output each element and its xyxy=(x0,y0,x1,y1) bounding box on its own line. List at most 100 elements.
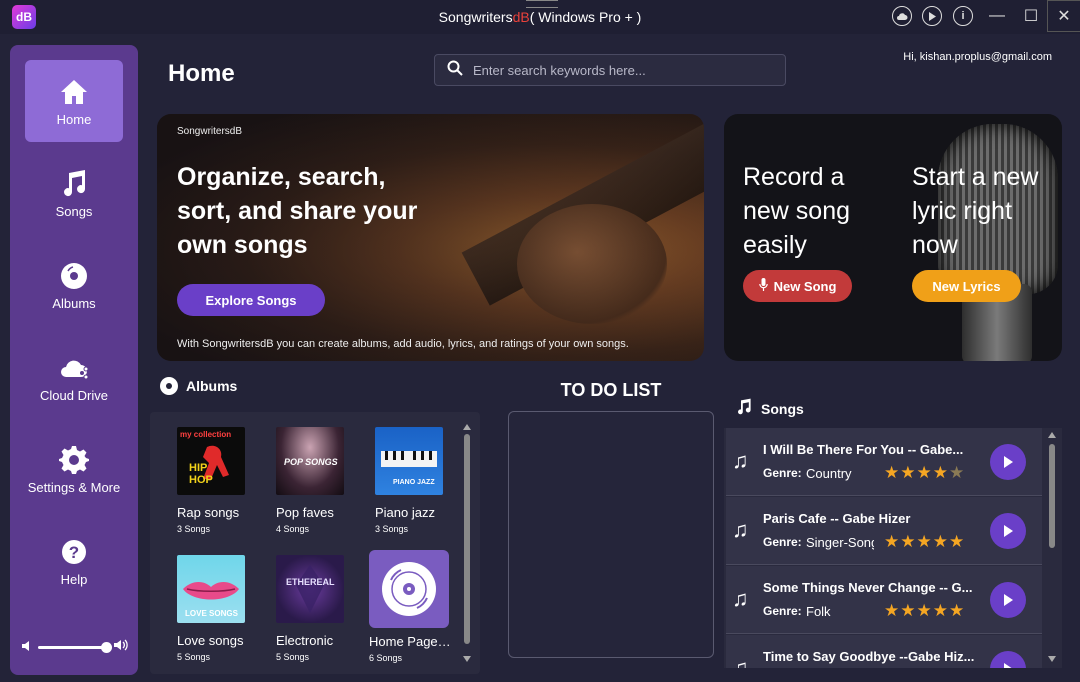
album-song-count: 3 Songs xyxy=(375,524,409,534)
search-input[interactable] xyxy=(473,62,773,78)
default-album-icon xyxy=(382,562,436,616)
todo-list-box[interactable] xyxy=(508,411,714,658)
album-cover: LOVE SONGS xyxy=(177,555,245,623)
search-icon xyxy=(447,60,463,81)
close-button[interactable]: ✕ xyxy=(1047,0,1080,32)
album-song-count: 5 Songs xyxy=(177,652,211,662)
hero-headline: Organize, search, sort, and share your o… xyxy=(177,163,418,259)
genre-label: Genre: xyxy=(763,535,802,549)
albums-scroll-thumb[interactable] xyxy=(464,434,470,644)
rating-stars[interactable]: ★★★★★ xyxy=(884,463,965,483)
album-cover: ETHEREAL xyxy=(276,555,344,623)
album-name: Love songs xyxy=(177,633,244,648)
songs-scroll-thumb[interactable] xyxy=(1049,444,1055,548)
album-name: Electronic xyxy=(276,633,334,648)
song-row[interactable]: ♫ Time to Say Goodbye --Gabe Hiz... xyxy=(726,635,1042,668)
music-note-icon xyxy=(59,168,89,200)
album-name: Pop faves xyxy=(276,505,334,520)
album-name: Piano jazz xyxy=(375,505,435,520)
microphone-icon xyxy=(758,278,768,294)
record-card: Record a new song easily Start a new lyr… xyxy=(724,114,1062,361)
volume-control[interactable] xyxy=(22,637,128,657)
svg-text:HOP: HOP xyxy=(189,474,213,486)
user-greeting[interactable]: Hi, kishan.proplus@gmail.com xyxy=(903,51,1052,63)
play-button[interactable] xyxy=(990,651,1026,668)
help-icon: ? xyxy=(60,536,88,568)
rating-stars[interactable]: ★★★★★ xyxy=(884,532,965,552)
hero-banner: SongwritersdB Organize, search, sort, an… xyxy=(157,114,704,361)
play-circle-icon[interactable] xyxy=(922,6,942,26)
album-card[interactable]: PIANO JAZZ Piano jazz 3 Songs xyxy=(375,427,455,534)
play-icon xyxy=(1004,456,1013,468)
svg-text:HIP: HIP xyxy=(189,462,207,474)
album-song-count: 6 Songs xyxy=(369,653,403,663)
music-note-icon xyxy=(735,398,753,419)
maximize-button[interactable]: ☐ xyxy=(1014,0,1048,32)
drag-grip[interactable] xyxy=(526,0,558,8)
album-card[interactable]: LOVE SONGS Love songs 5 Songs xyxy=(177,555,257,662)
album-card[interactable]: my collection HIP HOP Rap songs 3 Songs xyxy=(177,427,257,534)
cloud-share-icon xyxy=(58,352,90,384)
play-icon xyxy=(1004,594,1013,606)
song-title: Some Things Never Change -- G... xyxy=(763,580,973,595)
new-song-button[interactable]: New Song xyxy=(743,270,852,302)
rating-stars[interactable]: ★★★★★ xyxy=(884,601,965,621)
cloud-sync-icon[interactable] xyxy=(892,6,912,26)
volume-slider[interactable] xyxy=(38,641,112,653)
home-icon xyxy=(60,76,88,108)
album-song-count: 3 Songs xyxy=(177,524,211,534)
explore-songs-button[interactable]: Explore Songs xyxy=(177,284,325,316)
volume-slider-knob[interactable] xyxy=(101,641,112,653)
album-cover: PIANO JAZZ xyxy=(375,427,443,495)
album-card[interactable]: Home Page S... 6 Songs xyxy=(369,550,453,663)
search-bar[interactable] xyxy=(434,54,786,86)
albums-scrollbar[interactable] xyxy=(463,424,471,662)
info-icon[interactable]: i xyxy=(953,6,973,26)
minimize-button[interactable]: — xyxy=(980,0,1014,32)
play-icon xyxy=(1004,525,1013,537)
scroll-down-arrow-icon[interactable] xyxy=(1048,656,1056,662)
scroll-down-arrow-icon[interactable] xyxy=(463,656,471,662)
svg-text:?: ? xyxy=(69,543,79,562)
album-disc-icon xyxy=(160,377,178,395)
songs-scrollbar[interactable] xyxy=(1048,432,1056,662)
album-cover: POP SONGS xyxy=(276,427,344,495)
window-title: SongwritersdB( Windows Pro + ) xyxy=(438,9,642,25)
music-note-icon: ♫ xyxy=(732,586,749,611)
new-lyrics-button[interactable]: New Lyrics xyxy=(912,270,1021,302)
album-cover xyxy=(369,550,449,628)
album-song-count: 5 Songs xyxy=(276,652,310,662)
sidebar-item-songs[interactable]: Songs xyxy=(25,152,123,234)
song-row[interactable]: ♫ Some Things Never Change -- G... Genre… xyxy=(726,566,1042,634)
sidebar-item-settings[interactable]: Settings & More xyxy=(19,428,129,510)
song-genre: Singer-Song xyxy=(806,535,874,550)
music-note-icon: ♫ xyxy=(732,448,749,473)
album-name: Home Page S... xyxy=(369,634,453,649)
album-disc-icon xyxy=(59,260,89,292)
volume-low-icon xyxy=(22,638,32,656)
sidebar-item-help[interactable]: ? Help xyxy=(25,520,123,602)
page-title: Home xyxy=(168,60,235,87)
albums-heading: Albums xyxy=(160,377,237,395)
genre-label: Genre: xyxy=(763,604,802,618)
album-song-count: 4 Songs xyxy=(276,524,310,534)
hero-brand: SongwritersdB xyxy=(177,126,243,137)
album-name: Rap songs xyxy=(177,505,240,520)
music-note-icon: ♫ xyxy=(732,655,749,668)
title-bar: dB SongwritersdB( Windows Pro + ) i — ☐ … xyxy=(0,0,1080,34)
album-card[interactable]: POP SONGS Pop faves 4 Songs xyxy=(276,427,356,534)
play-button[interactable] xyxy=(990,582,1026,618)
scroll-up-arrow-icon[interactable] xyxy=(463,424,471,430)
album-card[interactable]: ETHEREAL Electronic 5 Songs xyxy=(276,555,356,662)
song-row[interactable]: ♫ I Will Be There For You -- Gabe... Gen… xyxy=(726,428,1042,496)
record-song-text: Record a new song easily xyxy=(743,163,851,259)
sidebar-item-albums[interactable]: Albums xyxy=(25,244,123,326)
scroll-up-arrow-icon[interactable] xyxy=(1048,432,1056,438)
song-row[interactable]: ♫ Paris Cafe -- Gabe Hizer Genre: Singer… xyxy=(726,497,1042,565)
play-button[interactable] xyxy=(990,444,1026,480)
todo-title: TO DO LIST xyxy=(560,380,662,400)
play-button[interactable] xyxy=(990,513,1026,549)
sidebar-item-home[interactable]: Home xyxy=(25,60,123,142)
genre-label: Genre: xyxy=(763,466,802,480)
sidebar-item-cloud-drive[interactable]: Cloud Drive xyxy=(25,336,123,418)
